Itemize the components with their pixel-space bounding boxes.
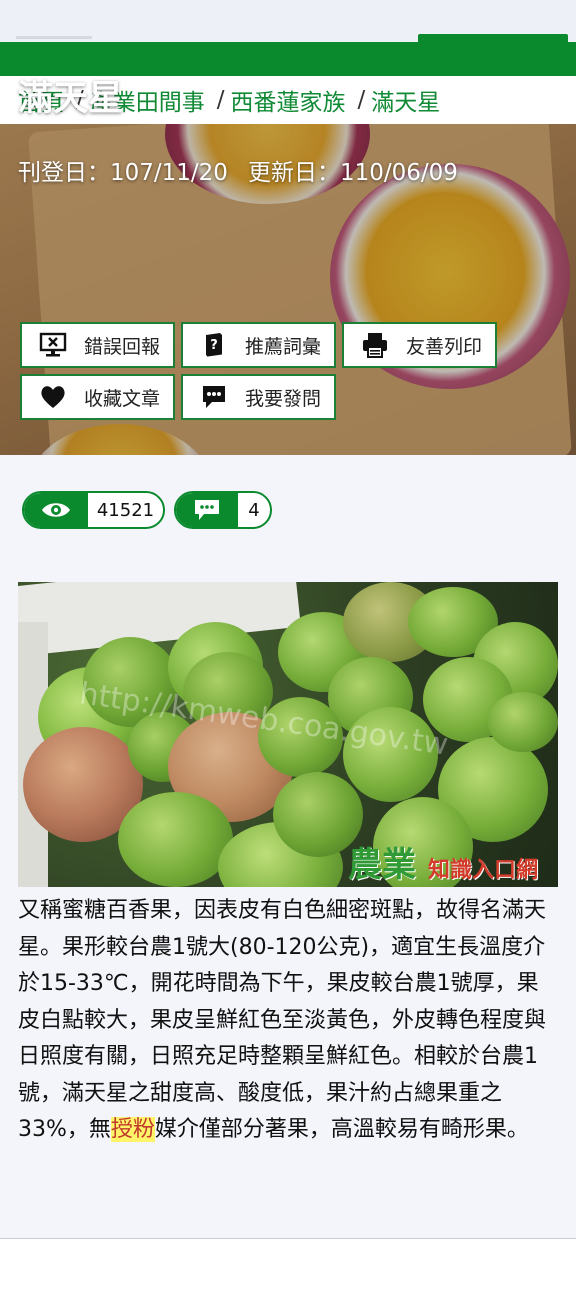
recommend-terms-label: 推薦詞彙 [245, 335, 322, 358]
article-text: 媒介僅部分著果，高溫較易有畸形果。 [154, 1117, 529, 1142]
comment-count: 4 [248, 499, 260, 521]
photo-watermark-text: 知識入口網 [428, 857, 539, 883]
menu-stub [16, 36, 92, 39]
photo-watermark-logo: 農業 [348, 845, 416, 885]
eye-icon [24, 493, 88, 527]
article-body: 又稱蜜糖百香果，因表皮有白色細密斑點，故得名滿天星。果形較台農1號大(80-12… [18, 893, 560, 1149]
heart-icon [38, 382, 68, 412]
breadcrumb-separator: / [357, 87, 366, 113]
published-date: 107/11/20 [110, 160, 228, 186]
ask-question-button[interactable]: 我要發問 [181, 374, 336, 420]
bookmark-article-button[interactable]: 收藏文章 [20, 374, 175, 420]
recommend-terms-button[interactable]: ? 推薦詞彙 [181, 322, 336, 368]
site-logo-fragment[interactable] [418, 34, 568, 44]
view-count-badge: 41521 [22, 491, 165, 529]
breadcrumb-separator: / [216, 87, 225, 113]
comment-icon [176, 493, 238, 527]
view-count: 41521 [96, 499, 155, 521]
breadcrumb-passiflora-family[interactable]: 西番蓮家族 [231, 83, 346, 117]
report-error-label: 錯誤回報 [84, 335, 161, 358]
bookmark-article-label: 收藏文章 [84, 387, 161, 410]
article-text: 又稱蜜糖百香果，因表皮有白色細密斑點，故得名滿天星。果形較台農1號大(80-12… [18, 898, 547, 1142]
report-error-button[interactable]: 錯誤回報 [20, 322, 175, 368]
published-label: 刊登日： [18, 160, 110, 186]
ask-question-label: 我要發問 [245, 387, 322, 410]
page-title: 滿天星 [18, 79, 124, 119]
question-book-icon: ? [199, 330, 229, 360]
comment-count-badge[interactable]: 4 [174, 491, 272, 529]
monitor-error-icon [38, 330, 68, 360]
glossary-term-highlight[interactable]: 授粉 [110, 1117, 155, 1142]
print-friendly-button[interactable]: 友善列印 [342, 322, 497, 368]
chat-bubble-icon [199, 382, 229, 412]
publish-dates: 刊登日：107/11/20 更新日：110/06/09 [18, 153, 458, 187]
updated-label: 更新日： [247, 160, 340, 186]
printer-icon [360, 330, 390, 360]
breadcrumb-current[interactable]: 滿天星 [371, 83, 440, 117]
svg-text:?: ? [210, 338, 218, 353]
updated-date: 110/06/09 [339, 160, 458, 186]
passionfruit-photo: http://kmweb.coa.gov.tw 農業 知識入口網 [18, 582, 558, 887]
print-friendly-label: 友善列印 [406, 335, 483, 358]
bottom-area [0, 1239, 576, 1312]
